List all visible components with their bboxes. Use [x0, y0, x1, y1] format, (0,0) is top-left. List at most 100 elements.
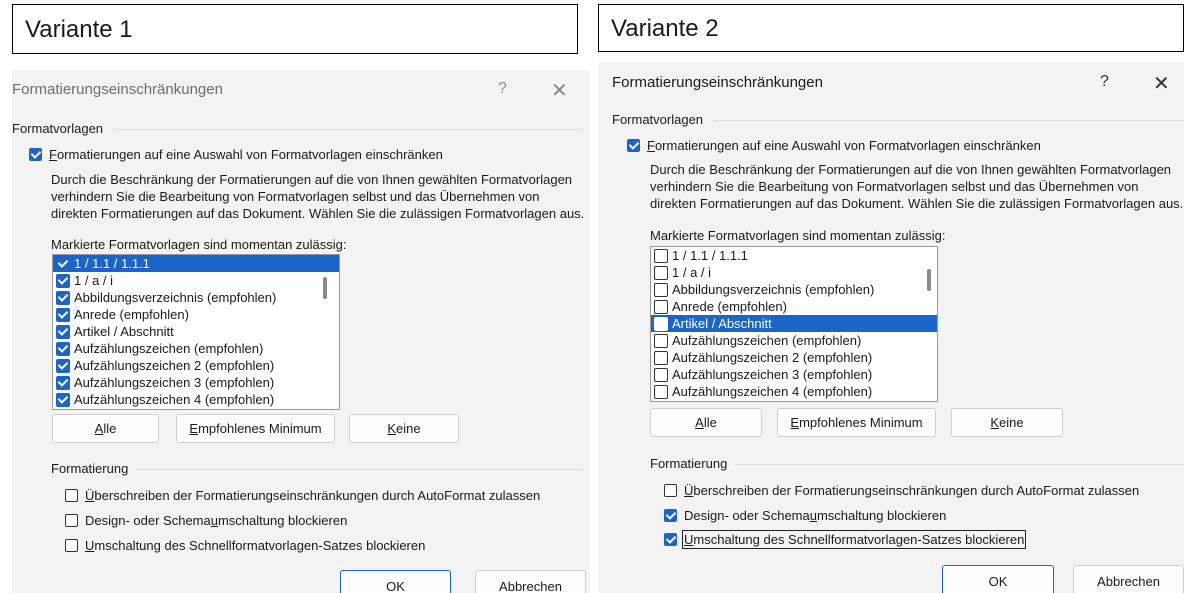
checkbox-unchecked-icon[interactable] — [654, 299, 668, 314]
group-divider — [735, 464, 1184, 465]
list-item[interactable]: 1 / a / i — [53, 272, 339, 289]
checkbox-unchecked-icon[interactable] — [654, 265, 668, 280]
checkbox-checked-icon[interactable] — [56, 273, 70, 288]
checkbox-checked-icon[interactable] — [56, 341, 70, 356]
list-item[interactable]: Aufzählungszeichen (empfohlen) — [53, 340, 339, 357]
checkbox-checked-icon — [29, 148, 42, 161]
close-icon[interactable]: ✕ — [551, 78, 568, 103]
block-quickstyle-switching-checkbox[interactable]: Umschaltung des Schnellformatvorlagen-Sa… — [65, 538, 425, 553]
restrict-styles-checkbox[interactable]: Formatierungen auf eine Auswahl von Form… — [29, 147, 443, 162]
select-all-button[interactable]: Alle — [650, 408, 762, 437]
block-theme-switching-checkbox[interactable]: Design- oder Schemaumschaltung blockiere… — [664, 508, 946, 523]
help-icon[interactable]: ? — [498, 80, 507, 98]
cancel-button[interactable]: Abbrechen — [1073, 565, 1184, 593]
list-item[interactable]: Abbildungsverzeichnis (empfohlen) — [53, 289, 339, 306]
list-item-label: Aufzählungszeichen 2 (empfohlen) — [74, 358, 275, 373]
checkbox-unchecked-icon[interactable] — [654, 384, 668, 399]
checkbox-checked-icon — [627, 139, 640, 152]
checkbox-checked-icon[interactable] — [56, 358, 70, 373]
checkbox-label: Formatierungen auf eine Auswahl von Form… — [49, 147, 443, 162]
list-item-label: 1 / 1.1 / 1.1.1 — [74, 256, 150, 271]
group-formatvorlagen-label: Formatvorlagen — [612, 112, 704, 127]
list-item[interactable]: Artikel / Abschnitt — [651, 315, 937, 332]
checkbox-checked-icon — [664, 533, 677, 546]
list-item-label: Aufzählungszeichen 2 (empfohlen) — [672, 350, 873, 365]
checkbox-unchecked-icon[interactable] — [654, 248, 668, 263]
select-all-button[interactable]: Alle — [52, 414, 159, 443]
checkbox-checked-icon[interactable] — [56, 256, 70, 271]
dialog-title: Formatierungseinschränkungen — [12, 81, 223, 98]
checkbox-unchecked-icon[interactable] — [654, 333, 668, 348]
checkbox-checked-icon[interactable] — [56, 324, 70, 339]
list-item[interactable]: Aufzählungszeichen 3 (empfohlen) — [53, 374, 339, 391]
group-formatvorlagen-label: Formatvorlagen — [12, 121, 104, 136]
list-item[interactable]: Aufzählungszeichen 2 (empfohlen) — [651, 349, 937, 366]
list-item[interactable]: Anrede (empfohlen) — [53, 306, 339, 323]
list-item[interactable]: 1 / 1.1 / 1.1.1 — [651, 247, 937, 264]
restriction-description: Durch die Beschränkung der Formatierunge… — [51, 172, 585, 221]
list-label: Markierte Formatvorlagen sind momentan z… — [51, 237, 347, 252]
recommended-minimum-button[interactable]: Empfohlenes Minimum — [176, 414, 335, 443]
group-divider — [113, 129, 583, 130]
list-item-label: Anrede (empfohlen) — [672, 299, 787, 314]
list-item[interactable]: Artikel / Abschnitt — [53, 323, 339, 340]
restrict-styles-checkbox[interactable]: Formatierungen auf eine Auswahl von Form… — [627, 138, 1041, 153]
help-icon[interactable]: ? — [1100, 73, 1109, 91]
dialog-title: Formatierungseinschränkungen — [612, 74, 823, 91]
list-item[interactable]: Aufzählungszeichen 2 (empfohlen) — [53, 357, 339, 374]
list-item-label: Abbildungsverzeichnis (empfohlen) — [672, 282, 875, 297]
list-item-label: 1 / a / i — [672, 265, 712, 280]
recommended-minimum-button[interactable]: Empfohlenes Minimum — [777, 408, 936, 437]
list-item[interactable]: 1 / 1.1 / 1.1.1 — [53, 255, 339, 272]
list-scrollbar-thumb[interactable] — [927, 269, 931, 291]
checkbox-checked-icon[interactable] — [56, 290, 70, 305]
list-item[interactable]: Aufzählungszeichen (empfohlen) — [651, 332, 937, 349]
allow-autoformat-override-checkbox[interactable]: Überschreiben der Formatierungseinschrän… — [664, 483, 1139, 498]
checkbox-unchecked-icon[interactable] — [654, 367, 668, 382]
group-formatierung-label: Formatierung — [650, 456, 728, 471]
variant-title: Variante 1 — [12, 4, 578, 54]
list-item-label: Anrede (empfohlen) — [74, 307, 189, 322]
cancel-button[interactable]: Abbrechen — [475, 570, 586, 593]
restriction-description: Durch die Beschränkung der Formatierunge… — [650, 162, 1184, 211]
formatting-restrictions-dialog: Formatierungseinschränkungen ? ✕ Formatv… — [12, 70, 590, 593]
group-formatierung-label: Formatierung — [51, 461, 129, 476]
list-item-label: Artikel / Abschnitt — [74, 324, 174, 339]
styles-list[interactable]: 1 / 1.1 / 1.1.1 1 / a / i Abbildungsverzei… — [650, 246, 938, 402]
checkbox-checked-icon — [664, 509, 677, 522]
close-icon[interactable]: ✕ — [1153, 71, 1170, 96]
checkbox-unchecked-icon[interactable] — [654, 282, 668, 297]
list-item-label: Aufzählungszeichen (empfohlen) — [672, 333, 862, 348]
checkbox-checked-icon[interactable] — [56, 375, 70, 390]
list-label: Markierte Formatvorlagen sind momentan z… — [650, 228, 946, 243]
list-scrollbar-thumb[interactable] — [323, 277, 327, 299]
list-item[interactable]: Abbildungsverzeichnis (empfohlen) — [651, 281, 937, 298]
list-item[interactable]: Anrede (empfohlen) — [651, 298, 937, 315]
block-theme-switching-checkbox[interactable]: Design- oder Schemaumschaltung blockiere… — [65, 513, 347, 528]
checkbox-checked-icon[interactable] — [56, 392, 70, 407]
ok-button[interactable]: OK — [942, 565, 1054, 593]
select-none-button[interactable]: Keine — [951, 408, 1063, 437]
variant-title: Variante 2 — [598, 4, 1184, 52]
ok-button[interactable]: OK — [340, 570, 451, 593]
variant-1-panel: Variante 1 Formatierungseinschränkungen … — [0, 0, 590, 593]
checkbox-unchecked-icon[interactable] — [654, 316, 668, 331]
list-item-label: Aufzählungszeichen 4 (empfohlen) — [672, 384, 873, 399]
select-none-button[interactable]: Keine — [349, 414, 459, 443]
list-item[interactable]: Aufzählungszeichen 4 (empfohlen) — [53, 391, 339, 408]
styles-list[interactable]: 1 / 1.1 / 1.1.1 1 / a / i Abbildungsverzei… — [52, 254, 340, 410]
block-quickstyle-switching-checkbox[interactable]: Umschaltung des Schnellformatvorlagen-Sa… — [664, 530, 1027, 549]
list-item-label: Aufzählungszeichen (empfohlen) — [74, 341, 264, 356]
list-item-label: Aufzählungszeichen 3 (empfohlen) — [74, 375, 275, 390]
list-item[interactable]: Aufzählungszeichen 3 (empfohlen) — [651, 366, 937, 383]
list-item-label: 1 / 1.1 / 1.1.1 — [672, 248, 748, 263]
checkbox-checked-icon[interactable] — [56, 307, 70, 322]
list-item[interactable]: 1 / a / i — [651, 264, 937, 281]
checkbox-unchecked-icon — [65, 514, 78, 527]
checkbox-unchecked-icon[interactable] — [654, 350, 668, 365]
list-item[interactable]: Aufzählungszeichen 4 (empfohlen) — [651, 383, 937, 400]
list-item-label: Aufzählungszeichen 4 (empfohlen) — [74, 392, 275, 407]
group-divider — [713, 120, 1184, 121]
allow-autoformat-override-checkbox[interactable]: Überschreiben der Formatierungseinschrän… — [65, 488, 540, 503]
list-item-label: Abbildungsverzeichnis (empfohlen) — [74, 290, 277, 305]
